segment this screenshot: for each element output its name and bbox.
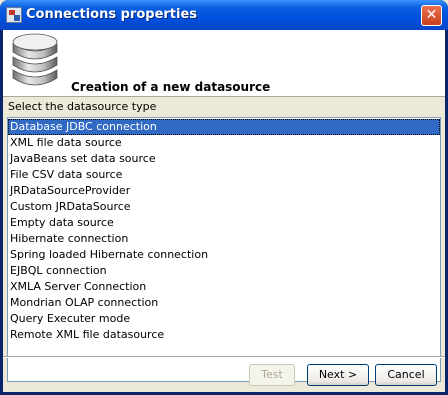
list-item[interactable]: Spring loaded Hibernate connection: [8, 247, 440, 263]
list-item[interactable]: File CSV data source: [8, 167, 440, 183]
dialog-body: Creation of a new datasource Select the …: [3, 30, 445, 392]
list-item[interactable]: Database JDBC connection: [8, 119, 440, 135]
list-item[interactable]: Empty data source: [8, 215, 440, 231]
list-item[interactable]: JavaBeans set data source: [8, 151, 440, 167]
database-icon: [12, 33, 58, 86]
next-button[interactable]: Next >: [307, 364, 369, 386]
app-icon: [6, 7, 22, 23]
datasource-type-list[interactable]: Database JDBC connection XML file data so…: [7, 117, 441, 382]
list-item[interactable]: Hibernate connection: [8, 231, 440, 247]
list-item[interactable]: Query Executer mode: [8, 311, 440, 327]
close-button[interactable]: ✕: [421, 5, 442, 26]
test-button[interactable]: Test: [249, 364, 295, 386]
header-panel: Creation of a new datasource: [3, 30, 445, 97]
datasource-type-label: Select the datasource type: [8, 100, 157, 113]
list-item[interactable]: XMLA Server Connection: [8, 279, 440, 295]
list-item[interactable]: EJBQL connection: [8, 263, 440, 279]
list-item[interactable]: Mondrian OLAP connection: [8, 295, 440, 311]
dialog-window: Connections properties ✕ Creation of a n…: [0, 0, 448, 395]
list-item[interactable]: JRDataSourceProvider: [8, 183, 440, 199]
page-heading: Creation of a new datasource: [71, 80, 271, 94]
cancel-button[interactable]: Cancel: [375, 364, 437, 386]
list-item[interactable]: Custom JRDataSource: [8, 199, 440, 215]
button-separator: [3, 356, 445, 358]
list-item[interactable]: Remote XML file datasource: [8, 327, 440, 343]
window-title: Connections properties: [26, 7, 198, 22]
list-item[interactable]: XML file data source: [8, 135, 440, 151]
title-bar[interactable]: Connections properties ✕: [0, 0, 448, 30]
